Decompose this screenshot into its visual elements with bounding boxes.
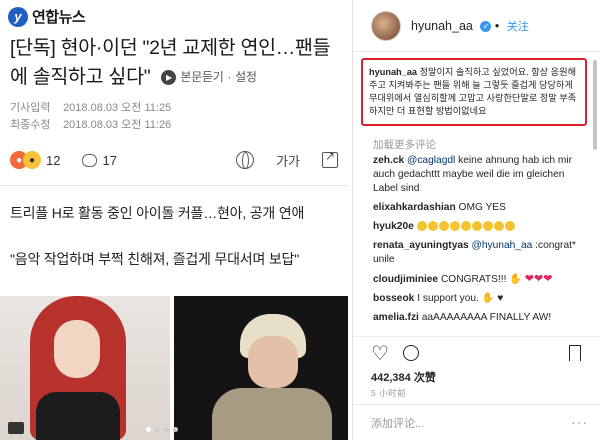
pagination-dot[interactable] xyxy=(164,427,169,432)
article-actions: ● ● 12 17 가가 xyxy=(10,146,338,174)
photo-hyuna xyxy=(0,296,171,440)
reaction-count: 12 xyxy=(46,152,61,168)
post-time: 5 小时前 xyxy=(371,388,407,398)
edited-value: 2018.08.03 오전 11:26 xyxy=(63,119,172,131)
reaction-faces: ● ● xyxy=(10,151,41,169)
list-item: renata_ayuningtyas @hyunah_aa :congrat* … xyxy=(373,240,576,265)
speaker-icon[interactable]: ▶ xyxy=(161,70,177,86)
action-icons xyxy=(371,341,419,366)
clap-emoji-icon: ✋ xyxy=(481,293,495,304)
list-item: elixahkardashian OMG YES xyxy=(373,202,506,213)
smile-emoji-icon xyxy=(416,221,427,232)
edited-row: 최종수정 2018.08.03 오전 11:26 xyxy=(10,117,171,134)
globe-icon[interactable] xyxy=(236,151,255,169)
more-options-icon[interactable]: ··· xyxy=(571,414,588,430)
comment-count: 17 xyxy=(102,152,117,168)
divider xyxy=(0,185,348,186)
like-count[interactable]: 442,384 次赞 xyxy=(371,369,436,385)
font-size-button[interactable]: 가가 xyxy=(276,151,300,170)
pagination-dot[interactable] xyxy=(146,427,151,432)
list-item: cloudjiminiee CONGRATS!!! ✋ ❤❤❤ xyxy=(373,273,553,285)
article-quote: "음악 작업하며 부쩍 친해져, 즐겁게 무대서며 보답" xyxy=(10,251,299,267)
comment-icon[interactable] xyxy=(403,345,419,361)
list-item: bosseok I support you. ✋ ♥ xyxy=(373,293,504,304)
smile-emoji-icon xyxy=(504,221,515,232)
pagination-dot[interactable] xyxy=(173,427,178,432)
instagram-post-panel: hyunah_aa ✓ • 关注 hyunah_aa 정말이지 솔직하고 싶었어… xyxy=(352,0,600,440)
post-caption: hyunah_aa 정말이지 솔직하고 싶었어요. 항상 응원해주고 지켜봐주는… xyxy=(361,58,587,126)
comment-list: zeh.ck @caglagdl keine ahnung hab ich mi… xyxy=(373,154,591,330)
camera-icon xyxy=(8,422,24,434)
posted-row: 기사입력 2018.08.03 오전 11:25 xyxy=(10,100,171,117)
edited-label: 최종수정 xyxy=(10,119,51,131)
article-photo-gallery[interactable] xyxy=(0,296,348,440)
reaction-button[interactable]: ● ● 12 xyxy=(10,151,60,169)
comment-bubble-icon xyxy=(82,153,98,167)
listen-controls: ▶ 본문듣기 · 설정 xyxy=(161,63,257,92)
post-actions: 442,384 次赞 5 小时前 xyxy=(353,336,600,404)
heart-emoji-icon: ❤❤❤ xyxy=(524,273,553,285)
smile-emoji-icon xyxy=(482,221,493,232)
smile-emoji-icon xyxy=(438,221,449,232)
comments-scrollbar[interactable] xyxy=(593,60,597,150)
smile-emoji-icon xyxy=(460,221,471,232)
avatar[interactable] xyxy=(371,10,401,41)
verified-icon: ✓ xyxy=(480,20,492,32)
share-icon[interactable] xyxy=(322,149,338,168)
smile-emoji-icon xyxy=(427,221,438,232)
article-meta: 기사입력 2018.08.03 오전 11:25 최종수정 2018.08.03… xyxy=(10,100,171,134)
bookmark-icon[interactable] xyxy=(569,345,581,361)
caption-username[interactable]: hyunah_aa xyxy=(369,67,417,77)
listen-button[interactable]: 본문듣기 xyxy=(180,63,223,92)
post-username[interactable]: hyunah_aa ✓ • 关注 xyxy=(411,18,529,34)
list-item: hyuk20e xyxy=(373,220,591,234)
clap-emoji-icon: ✋ xyxy=(509,274,522,285)
list-item: zeh.ck @caglagdl keine ahnung hab ich mi… xyxy=(373,155,572,194)
load-more-comments[interactable]: 加载更多评论 xyxy=(373,137,436,152)
news-article-panel: y 연합뉴스 [단독] 현아·이던 "2년 교제한 연인…팬들에 솔직하고 싶다… xyxy=(0,0,348,440)
black-heart-icon: ♥ xyxy=(497,293,504,304)
yonhap-logo-icon: y xyxy=(8,6,28,27)
smile-emoji-icon xyxy=(493,221,504,232)
brand-name: 연합뉴스 xyxy=(32,9,86,26)
settings-link[interactable]: 설정 xyxy=(235,63,257,92)
list-item: amelia.fzi aaAAAAAAAA FINALLY AW! xyxy=(373,312,552,323)
add-comment-input[interactable]: 添加评论... xyxy=(353,404,600,440)
post-header: hyunah_aa ✓ • 关注 xyxy=(353,0,600,52)
like-heart-icon[interactable] xyxy=(371,341,389,366)
smile-emoji-icon xyxy=(449,221,460,232)
comment-button[interactable]: 17 xyxy=(82,152,117,168)
pagination-dot[interactable] xyxy=(155,427,160,432)
yonhap-logo[interactable]: y 연합뉴스 xyxy=(8,6,86,27)
smile-emoji-icon xyxy=(471,221,482,232)
gallery-pagination[interactable] xyxy=(146,427,178,432)
photo-edawn xyxy=(174,296,348,440)
posted-label: 기사입력 xyxy=(10,102,51,114)
follow-button[interactable]: 关注 xyxy=(507,21,529,33)
posted-value: 2018.08.03 오전 11:25 xyxy=(63,102,172,114)
article-subheading: 트리플 H로 활동 중인 아이돌 커플…현아, 공개 연애 xyxy=(10,205,305,221)
surprised-face-icon: ● xyxy=(23,151,41,169)
emoji-row xyxy=(416,221,516,232)
article-headline: [단독] 현아·이던 "2년 교제한 연인…팬들에 솔직하고 싶다" ▶ 본문듣… xyxy=(10,34,340,92)
article-tools: 가가 xyxy=(236,149,338,170)
